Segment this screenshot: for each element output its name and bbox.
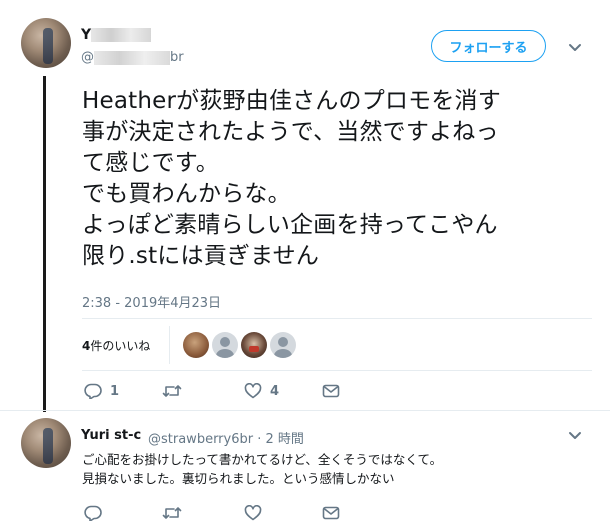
- reply-text: ご心配をお掛けしたって書かれてるけど、全くそうではなくて。 見損ないました。裏切…: [82, 452, 443, 486]
- follow-button[interactable]: フォローする: [431, 30, 546, 62]
- retweet-icon: [162, 507, 182, 519]
- author-avatar[interactable]: [21, 18, 71, 68]
- reply-count: 1: [110, 383, 120, 399]
- heart-icon: [244, 505, 262, 521]
- tweet-text: Heatherが荻野由佳さんのプロモを消す 事が決定されたようで、当然ですよねっ…: [82, 88, 501, 269]
- liker-avatar[interactable]: [212, 332, 238, 358]
- like-action[interactable]: 4: [244, 383, 279, 399]
- reply-icon: [84, 383, 102, 399]
- retweet-icon: [162, 385, 182, 397]
- likes-count-label[interactable]: 4件のいいね: [82, 337, 150, 354]
- reply-time[interactable]: 2 時間: [266, 432, 304, 447]
- divider: [82, 318, 592, 319]
- reply-action[interactable]: 1: [84, 383, 119, 399]
- divider: [0, 410, 610, 411]
- chevron-down-icon: [569, 432, 581, 439]
- liker-avatar[interactable]: [270, 332, 296, 358]
- reply-message-action[interactable]: [322, 505, 340, 521]
- tweet-menu-button[interactable]: [566, 38, 584, 56]
- author-name-redaction: [91, 28, 151, 42]
- like-count: 4: [270, 383, 280, 399]
- retweet-action[interactable]: [162, 383, 190, 399]
- reply-separator: ·: [257, 432, 262, 447]
- author-handle-prefix[interactable]: @: [81, 50, 94, 65]
- reply-icon: [84, 505, 102, 521]
- tweet-timestamp[interactable]: 2:38 - 2019年4月23日: [82, 292, 221, 311]
- author-handle-redaction: [94, 51, 170, 65]
- author-name[interactable]: Y: [81, 27, 91, 43]
- message-action[interactable]: [322, 383, 340, 399]
- likes-separator: [169, 326, 170, 364]
- liker-avatar[interactable]: [183, 332, 209, 358]
- reply-author-name[interactable]: Yuri st-c: [81, 428, 141, 443]
- liker-avatar[interactable]: [241, 332, 267, 358]
- envelope-icon: [322, 506, 340, 520]
- reply-menu-button[interactable]: [566, 426, 584, 444]
- reply-like-action[interactable]: [244, 505, 270, 521]
- divider: [82, 370, 592, 371]
- reply-author-handle[interactable]: @strawberry6br: [148, 432, 253, 447]
- envelope-icon: [322, 384, 340, 398]
- reply-author-avatar[interactable]: [21, 418, 71, 468]
- author-handle-suffix[interactable]: br: [170, 50, 184, 65]
- reply-retweet-action[interactable]: [162, 505, 190, 521]
- chevron-down-icon: [569, 44, 581, 51]
- thread-line: [43, 76, 46, 412]
- heart-icon: [244, 383, 262, 399]
- reply-meta: @strawberry6br · 2 時間: [148, 428, 304, 447]
- reply-reply-action[interactable]: [84, 505, 110, 521]
- likes-label-text: 件のいいね: [90, 339, 151, 353]
